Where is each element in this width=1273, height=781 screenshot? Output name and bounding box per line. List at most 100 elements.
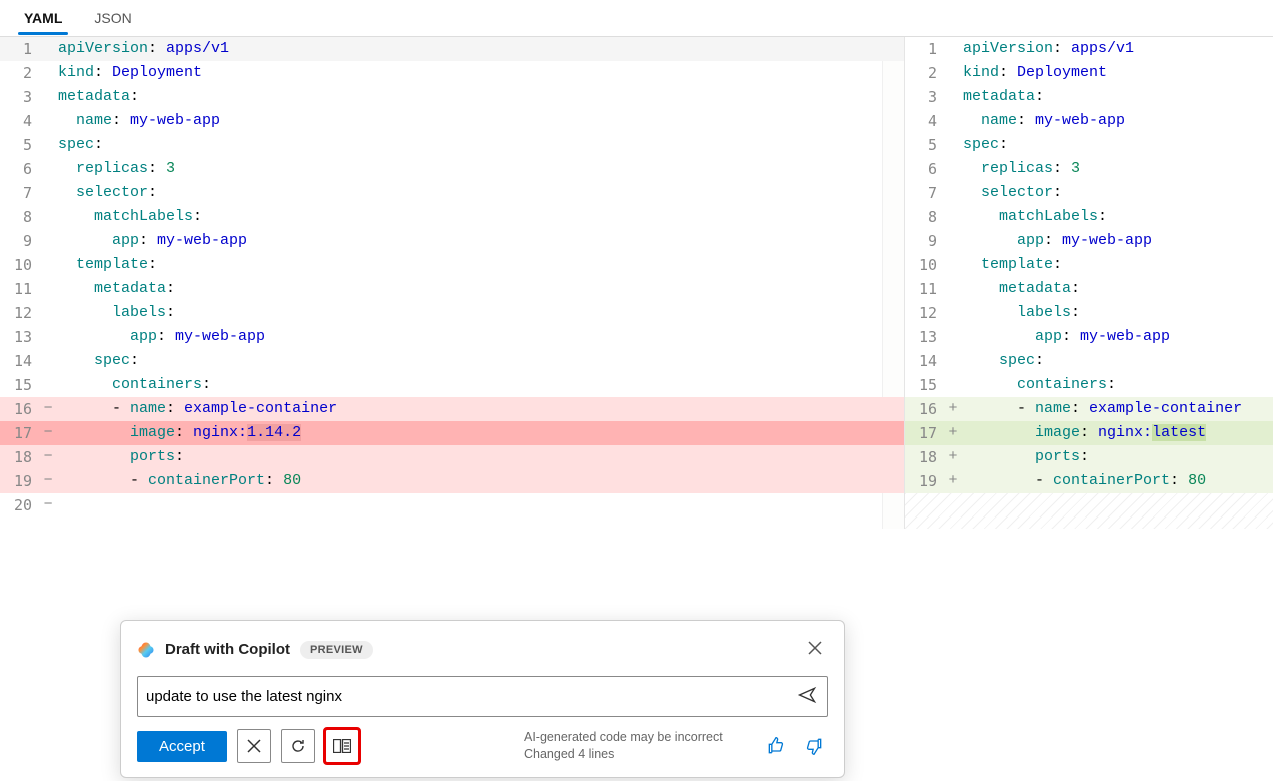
line-number: 14 — [905, 349, 945, 373]
code-content: app: my-web-app — [56, 325, 904, 349]
close-icon — [808, 641, 822, 655]
code-line[interactable]: 1apiVersion: apps/v1 — [905, 37, 1273, 61]
diff-marker — [40, 85, 56, 109]
code-line[interactable]: 3metadata: — [0, 85, 904, 109]
close-button[interactable] — [802, 635, 828, 664]
line-number: 7 — [905, 181, 945, 205]
code-line[interactable]: 13 app: my-web-app — [905, 325, 1273, 349]
code-line[interactable]: 11 metadata: — [905, 277, 1273, 301]
code-line[interactable]: 12 labels: — [0, 301, 904, 325]
code-line[interactable]: 18+ ports: — [905, 445, 1273, 469]
line-number: 17 — [905, 421, 945, 445]
diff-pane-modified[interactable]: 1apiVersion: apps/v12kind: Deployment3me… — [905, 37, 1273, 529]
tab-json[interactable]: JSON — [78, 0, 147, 36]
code-line[interactable]: 18− ports: — [0, 445, 904, 469]
diff-marker — [945, 37, 961, 61]
code-content: name: my-web-app — [961, 109, 1273, 133]
code-content: metadata: — [56, 85, 904, 109]
code-line[interactable]: 19+ - containerPort: 80 — [905, 469, 1273, 493]
code-line[interactable]: 7 selector: — [905, 181, 1273, 205]
code-content: selector: — [56, 181, 904, 205]
code-line[interactable]: 10 template: — [0, 253, 904, 277]
discard-button[interactable] — [237, 729, 271, 763]
diff-empty-fill — [905, 517, 1273, 529]
diff-marker — [40, 349, 56, 373]
code-line[interactable]: 4 name: my-web-app — [0, 109, 904, 133]
code-line[interactable]: 9 app: my-web-app — [0, 229, 904, 253]
code-content: kind: Deployment — [56, 61, 904, 85]
code-line[interactable]: 6 replicas: 3 — [905, 157, 1273, 181]
preview-badge: PREVIEW — [300, 641, 373, 659]
line-number: 9 — [905, 229, 945, 253]
line-number: 10 — [0, 253, 40, 277]
code-line[interactable]: 6 replicas: 3 — [0, 157, 904, 181]
code-content: app: my-web-app — [961, 325, 1273, 349]
line-number: 4 — [0, 109, 40, 133]
code-line[interactable]: 17− image: nginx:1.14.2 — [0, 421, 904, 445]
copilot-prompt-input[interactable] — [146, 688, 795, 705]
diff-marker — [945, 229, 961, 253]
code-content: - containerPort: 80 — [56, 469, 904, 493]
regenerate-button[interactable] — [281, 729, 315, 763]
diff-marker — [945, 133, 961, 157]
diff-marker — [945, 349, 961, 373]
code-content: - name: example-container — [961, 397, 1273, 421]
code-line[interactable]: 12 labels: — [905, 301, 1273, 325]
code-line[interactable]: 14 spec: — [905, 349, 1273, 373]
thumbs-down-button[interactable] — [800, 732, 828, 760]
code-line[interactable]: 10 template: — [905, 253, 1273, 277]
code-line[interactable]: 8 matchLabels: — [905, 205, 1273, 229]
code-content: spec: — [56, 133, 904, 157]
diff-marker: − — [40, 445, 56, 469]
diff-marker: − — [40, 397, 56, 421]
code-content: app: my-web-app — [56, 229, 904, 253]
code-line[interactable]: 1apiVersion: apps/v1 — [0, 37, 904, 61]
diff-marker: + — [945, 421, 961, 445]
copilot-prompt-field[interactable] — [137, 676, 828, 717]
code-line[interactable]: 2 kind: Deployment — [0, 61, 904, 85]
diff-marker — [40, 133, 56, 157]
diff-pane-original[interactable]: 1apiVersion: apps/v12 kind: Deployment3me… — [0, 37, 905, 529]
code-line[interactable]: 15 containers: — [0, 373, 904, 397]
diff-marker — [945, 325, 961, 349]
line-number: 9 — [0, 229, 40, 253]
code-line[interactable]: 3metadata: — [905, 85, 1273, 109]
code-line[interactable]: 11 metadata: — [0, 277, 904, 301]
code-line[interactable]: 7 selector: — [0, 181, 904, 205]
code-line[interactable]: 13 app: my-web-app — [0, 325, 904, 349]
code-line[interactable]: 14 spec: — [0, 349, 904, 373]
code-line[interactable]: 20− — [0, 493, 904, 517]
close-icon — [247, 739, 261, 753]
line-number: 2 — [0, 61, 40, 85]
code-content: app: my-web-app — [961, 229, 1273, 253]
code-line[interactable]: 16+ - name: example-container — [905, 397, 1273, 421]
line-number: 5 — [0, 133, 40, 157]
code-line[interactable]: 15 containers: — [905, 373, 1273, 397]
code-line[interactable]: 5 spec: — [0, 133, 904, 157]
accept-button[interactable]: Accept — [137, 731, 227, 762]
code-line[interactable]: 4 name: my-web-app — [905, 109, 1273, 133]
code-line[interactable]: 19− - containerPort: 80 — [0, 469, 904, 493]
diff-marker — [945, 277, 961, 301]
code-line[interactable]: 16− - name: example-container — [0, 397, 904, 421]
thumbs-up-button[interactable] — [762, 732, 790, 760]
code-line[interactable]: 2kind: Deployment — [905, 61, 1273, 85]
diff-marker: − — [40, 493, 56, 517]
code-line[interactable]: 9 app: my-web-app — [905, 229, 1273, 253]
diff-marker: − — [40, 421, 56, 445]
line-number: 15 — [0, 373, 40, 397]
code-content: containers: — [961, 373, 1273, 397]
code-content: name: my-web-app — [56, 109, 904, 133]
code-line[interactable]: 8 matchLabels: — [0, 205, 904, 229]
show-diff-button[interactable] — [325, 729, 359, 763]
tab-yaml[interactable]: YAML — [8, 0, 78, 36]
diff-view-icon — [333, 739, 351, 753]
code-content: kind: Deployment — [961, 61, 1273, 85]
line-number: 19 — [905, 469, 945, 493]
code-content: apiVersion: apps/v1 — [961, 37, 1273, 61]
refresh-icon — [290, 738, 306, 754]
code-line[interactable]: 5spec: — [905, 133, 1273, 157]
send-button[interactable] — [795, 683, 819, 710]
code-content: labels: — [56, 301, 904, 325]
code-line[interactable]: 17+ image: nginx:latest — [905, 421, 1273, 445]
